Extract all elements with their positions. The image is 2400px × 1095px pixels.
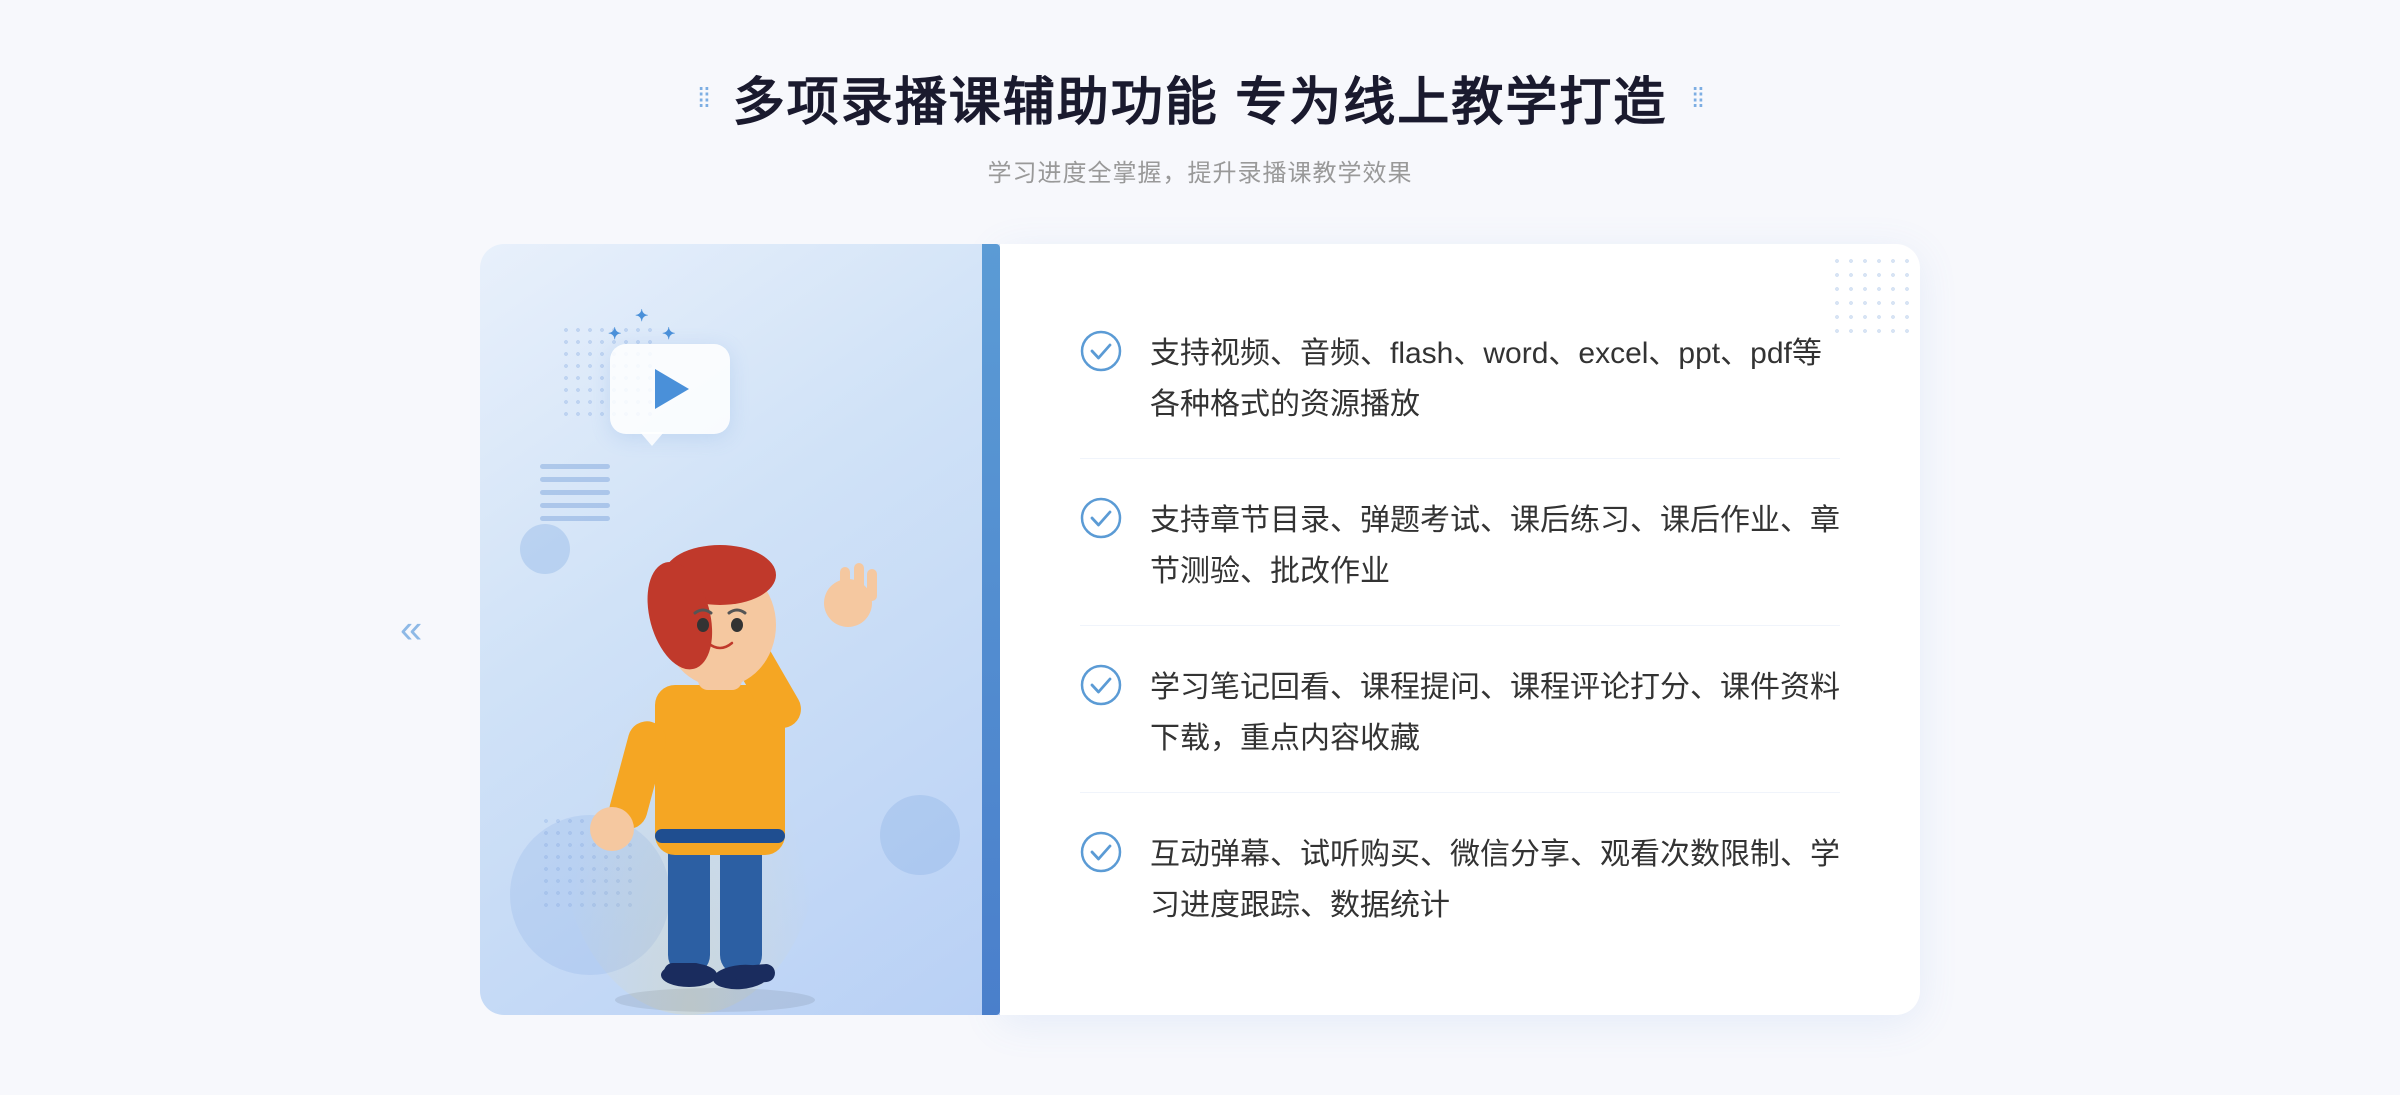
feature-item-4: 互动弹幕、试听购买、微信分享、观看次数限制、学习进度跟踪、数据统计 bbox=[1080, 801, 1840, 959]
feature-text-4: 互动弹幕、试听购买、微信分享、观看次数限制、学习进度跟踪、数据统计 bbox=[1150, 829, 1840, 931]
header-section: ⁞⁞ 多项录播课辅助功能 专为线上教学打造 ⁞⁞ 学习进度全掌握，提升录播课教学… bbox=[0, 60, 2400, 188]
play-bubble-box bbox=[610, 344, 730, 434]
play-icon bbox=[655, 369, 689, 409]
left-chevron-icon: « bbox=[400, 607, 422, 652]
feature-item-2: 支持章节目录、弹题考试、课后练习、课后作业、章节测验、批改作业 bbox=[1080, 467, 1840, 626]
deco-circle-medium bbox=[880, 795, 960, 875]
play-bubble bbox=[610, 344, 740, 454]
check-icon-3 bbox=[1080, 664, 1122, 706]
feature-text-2: 支持章节目录、弹题考试、课后练习、课后作业、章节测验、批改作业 bbox=[1150, 495, 1840, 597]
check-icon-4 bbox=[1080, 831, 1122, 873]
spark-icon-2: ✦ bbox=[635, 306, 648, 326]
spark-icon-1: ✦ bbox=[608, 324, 621, 344]
check-icon-2 bbox=[1080, 497, 1122, 539]
spark-icon-3: ✦ bbox=[662, 324, 675, 344]
check-icon-1 bbox=[1080, 330, 1122, 372]
feature-item-1: 支持视频、音频、flash、word、excel、ppt、pdf等各种格式的资源… bbox=[1080, 300, 1840, 459]
header-dots-left: ⁞⁞ bbox=[697, 82, 709, 114]
blue-vertical-bar bbox=[982, 244, 1000, 1015]
feature-item-3: 学习笔记回看、课程提问、课程评论打分、课件资料下载，重点内容收藏 bbox=[1080, 634, 1840, 793]
page-title: 多项录播课辅助功能 专为线上教学打造 bbox=[733, 60, 1667, 135]
page-container: ⁞⁞ 多项录播课辅助功能 专为线上教学打造 ⁞⁞ 学习进度全掌握，提升录播课教学… bbox=[0, 0, 2400, 1095]
person-illustration bbox=[540, 455, 890, 1015]
header-dots-right: ⁞⁞ bbox=[1691, 82, 1703, 114]
right-features-panel: 支持视频、音频、flash、word、excel、ppt、pdf等各种格式的资源… bbox=[1000, 244, 1920, 1015]
top-right-dots-pattern bbox=[1830, 254, 1910, 334]
main-content: « ✦ ✦ ✦ bbox=[480, 244, 1920, 1015]
feature-text-3: 学习笔记回看、课程提问、课程评论打分、课件资料下载，重点内容收藏 bbox=[1150, 662, 1840, 764]
header-subtitle: 学习进度全掌握，提升录播课教学效果 bbox=[988, 153, 1413, 188]
feature-text-1: 支持视频、音频、flash、word、excel、ppt、pdf等各种格式的资源… bbox=[1150, 328, 1840, 430]
header-title-row: ⁞⁞ 多项录播课辅助功能 专为线上教学打造 ⁞⁞ bbox=[697, 60, 1703, 135]
left-illustration: ✦ ✦ ✦ bbox=[480, 244, 1000, 1015]
